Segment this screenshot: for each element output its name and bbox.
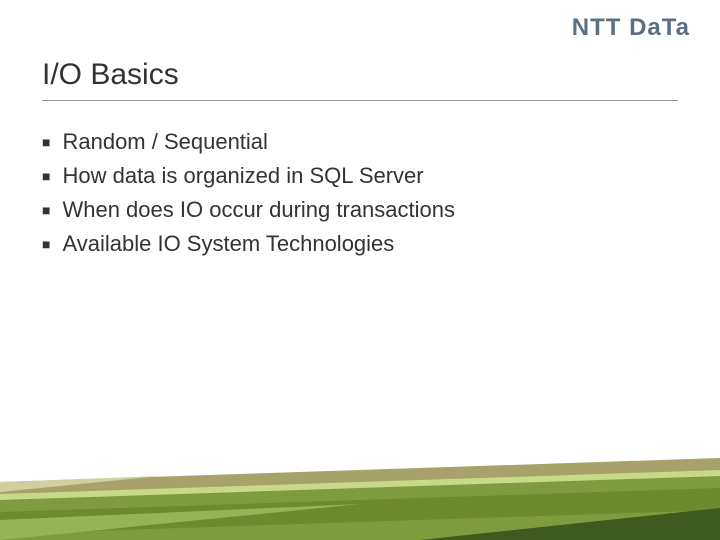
bullet-icon: ■ [42, 196, 50, 224]
brand-logo-text: NTT DaTa [572, 14, 690, 41]
slide-title: I/O Basics [42, 58, 678, 101]
footer-decoration [0, 452, 720, 540]
bullet-icon: ■ [42, 128, 50, 156]
bullet-text: How data is organized in SQL Server [62, 162, 423, 190]
bullet-list: ■ Random / Sequential ■ How data is orga… [42, 128, 678, 264]
brand-logo: NTT DaTa [572, 14, 690, 42]
list-item: ■ How data is organized in SQL Server [42, 162, 678, 190]
bullet-text: Available IO System Technologies [62, 230, 394, 258]
bullet-text: Random / Sequential [62, 128, 267, 156]
list-item: ■ When does IO occur during transactions [42, 196, 678, 224]
list-item: ■ Random / Sequential [42, 128, 678, 156]
bullet-icon: ■ [42, 162, 50, 190]
list-item: ■ Available IO System Technologies [42, 230, 678, 258]
bullet-icon: ■ [42, 230, 50, 258]
footer-pattern-icon [0, 452, 720, 540]
bullet-text: When does IO occur during transactions [62, 196, 455, 224]
